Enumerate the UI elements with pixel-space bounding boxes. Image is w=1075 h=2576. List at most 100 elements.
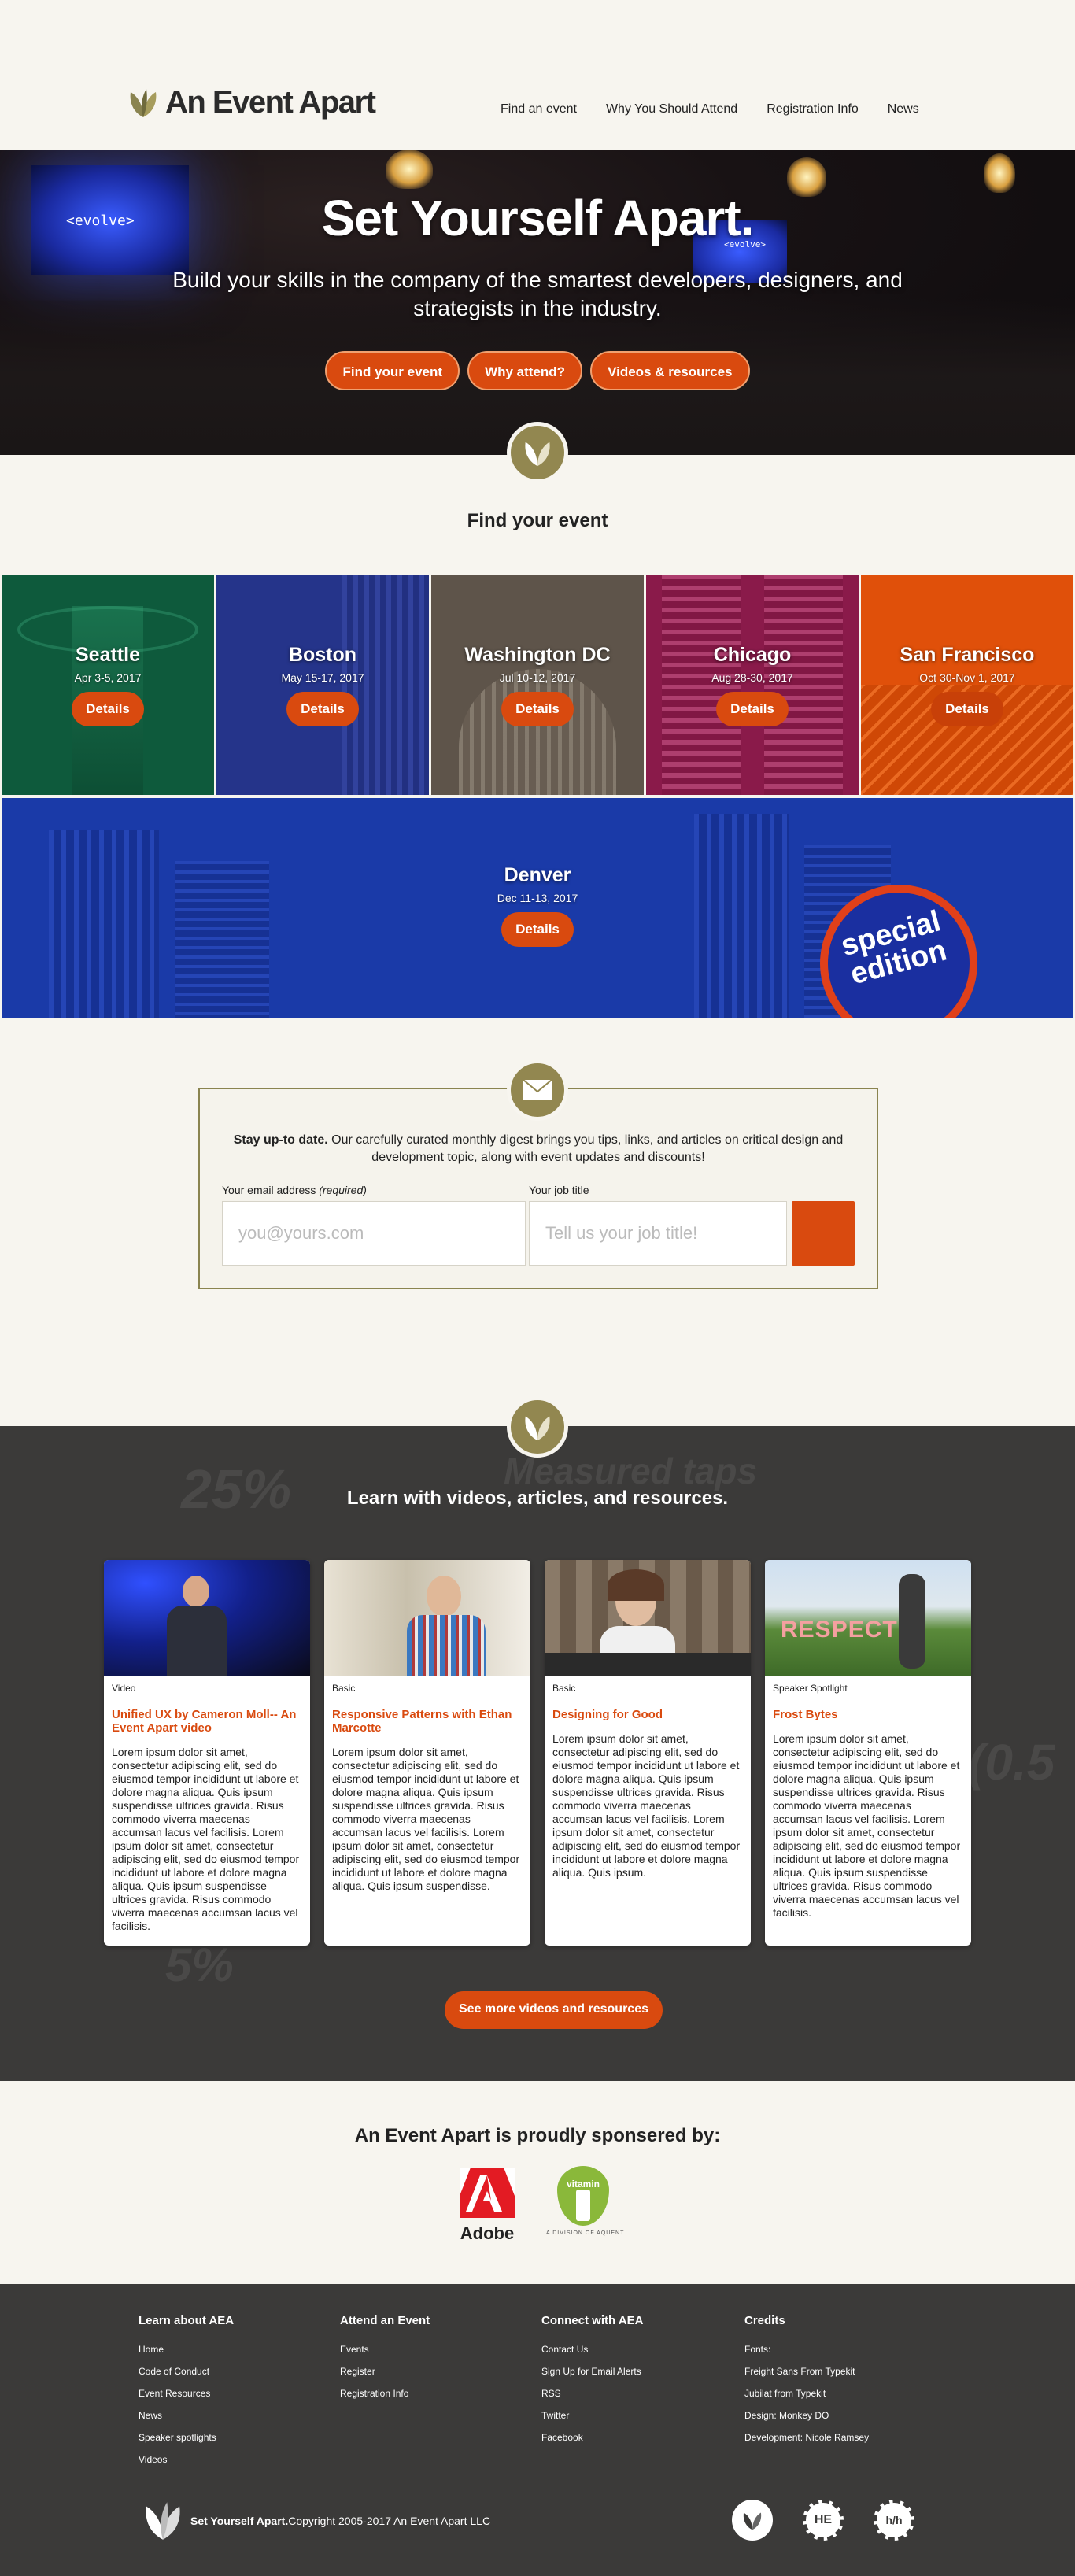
- card-body: Lorem ipsum dolor sit amet, consectetur …: [552, 1732, 741, 1879]
- leaf-circle-icon[interactable]: [732, 2500, 773, 2541]
- footer-bottom: Set Yourself Apart. Copyright 2005-2017 …: [140, 2497, 490, 2545]
- footer-link[interactable]: Home: [139, 2338, 234, 2360]
- details-button[interactable]: Details: [501, 692, 574, 726]
- footer-link[interactable]: Freight Sans From Typekit: [744, 2360, 869, 2382]
- leaf-badge-icon: [507, 1396, 568, 1458]
- hh-seal-icon[interactable]: h/h: [874, 2500, 914, 2541]
- nav-news[interactable]: News: [888, 102, 919, 116]
- chandelier-icon: [386, 150, 433, 189]
- footer-link[interactable]: Register: [340, 2360, 430, 2382]
- event-tile-boston[interactable]: Boston May 15-17, 2017 Details: [216, 575, 429, 795]
- card-image: [104, 1560, 310, 1676]
- site-header: An Event Apart Find an event Why You Sho…: [0, 0, 1075, 150]
- hero-title: Set Yourself Apart.: [321, 190, 755, 246]
- footer-link[interactable]: News: [139, 2404, 234, 2426]
- newsletter-body: Our carefully curated monthly digest bri…: [327, 1133, 844, 1164]
- sponsors-section: An Event Apart is proudly sponsered by: …: [0, 2081, 1075, 2284]
- footer-col-title: Credits: [744, 2314, 785, 2327]
- card-image: [324, 1560, 530, 1676]
- nav-find-event[interactable]: Find an event: [501, 102, 577, 116]
- footer-link[interactable]: Jubilat from Typekit: [744, 2382, 869, 2404]
- card-title[interactable]: Designing for Good: [552, 1708, 743, 1721]
- learn-title: Learn with videos, articles, and resourc…: [346, 1488, 729, 1509]
- footer-link[interactable]: Videos: [139, 2448, 234, 2471]
- resource-card[interactable]: Basic Designing for Good Lorem ipsum dol…: [545, 1560, 751, 1946]
- card-title[interactable]: Frost Bytes: [773, 1708, 963, 1721]
- hero-subtitle: Build your skills in the company of the …: [172, 268, 903, 320]
- ghost-text: (0.5: [968, 1734, 1055, 1791]
- brand-name: An Event Apart: [165, 85, 376, 120]
- resource-card[interactable]: Basic Responsive Patterns with Ethan Mar…: [324, 1560, 530, 1946]
- details-button[interactable]: Details: [286, 692, 359, 726]
- footer-link[interactable]: Event Resources: [139, 2382, 234, 2404]
- event-tile-denver[interactable]: Denver Dec 11-13, 2017 Details special e…: [2, 798, 1073, 1018]
- copyright: Copyright 2005-2017 An Event Apart LLC: [288, 2515, 491, 2527]
- footer-link[interactable]: Design: Monkey DO: [744, 2404, 869, 2426]
- footer-col-title: Learn about AEA: [139, 2314, 235, 2327]
- see-more-button[interactable]: See more videos and resources: [445, 1991, 663, 2029]
- event-date: May 15-17, 2017: [281, 671, 364, 684]
- event-tile-washington[interactable]: Washington DC Jul 10-12, 2017 Details: [431, 575, 644, 795]
- email-label-text: Your email address: [222, 1184, 316, 1196]
- he-seal-text: HE: [814, 2513, 833, 2526]
- details-button[interactable]: Details: [931, 692, 1003, 726]
- why-attend-button[interactable]: Why attend?: [467, 351, 583, 390]
- footer-link[interactable]: Facebook: [541, 2426, 643, 2448]
- card-tag: Speaker Spotlight: [773, 1683, 848, 1694]
- event-city: Seattle: [76, 644, 140, 666]
- footer-link[interactable]: Contact Us: [541, 2338, 643, 2360]
- event-tile-seattle[interactable]: Seattle Apr 3-5, 2017 Details: [2, 575, 214, 795]
- footer-link[interactable]: Sign Up for Email Alerts: [541, 2360, 643, 2382]
- event-tile-san-francisco[interactable]: San Francisco Oct 30-Nov 1, 2017 Details: [861, 575, 1073, 795]
- resource-card[interactable]: Video Unified UX by Cameron Moll-- An Ev…: [104, 1560, 310, 1946]
- adobe-logo[interactable]: Adobe: [460, 2168, 515, 2243]
- newsletter-text: Stay up-to date. Our carefully curated m…: [220, 1132, 856, 1166]
- footer-link[interactable]: Development: Nicole Ramsey: [744, 2426, 869, 2448]
- event-tile-chicago[interactable]: Chicago Aug 28-30, 2017 Details: [646, 575, 859, 795]
- card-title[interactable]: Responsive Patterns with Ethan Marcotte: [332, 1708, 523, 1735]
- vitamin-text: vitamin: [566, 2179, 600, 2190]
- footer-link[interactable]: Twitter: [541, 2404, 643, 2426]
- card-image: [545, 1560, 751, 1676]
- adobe-icon: [460, 2168, 515, 2218]
- required-note: (required): [319, 1184, 367, 1196]
- site-footer: Learn about AEA Home Code of Conduct Eve…: [0, 2284, 1075, 2576]
- email-field[interactable]: you@yours.com: [222, 1201, 526, 1266]
- find-event-title: Find your event: [467, 510, 608, 531]
- he-seal-icon[interactable]: HE: [803, 2500, 844, 2541]
- footer-col-credits: Credits Fonts: Freight Sans From Typekit…: [744, 2314, 869, 2448]
- hero-buttons: Find your event Why attend? Videos & res…: [0, 351, 1075, 390]
- footer-link[interactable]: Speaker spotlights: [139, 2426, 234, 2448]
- card-tag: Basic: [552, 1683, 576, 1694]
- leaf-badge-icon: [507, 422, 568, 483]
- site-logo[interactable]: An Event Apart: [126, 85, 376, 120]
- details-button[interactable]: Details: [501, 912, 574, 947]
- footer-col-connect: Connect with AEA Contact Us Sign Up for …: [541, 2314, 643, 2448]
- vitamin-t-logo[interactable]: vitamin A DIVISION OF AQUENT: [546, 2166, 625, 2245]
- footer-col-attend: Attend an Event Events Register Registra…: [340, 2314, 430, 2404]
- videos-resources-button[interactable]: Videos & resources: [590, 351, 750, 390]
- find-event-button[interactable]: Find your event: [325, 351, 460, 390]
- resource-card[interactable]: RESPECT Speaker Spotlight Frost Bytes Lo…: [765, 1560, 971, 1946]
- respect-sign: RESPECT: [781, 1617, 898, 1643]
- email-label: Your email address (required): [222, 1184, 367, 1196]
- card-title[interactable]: Unified UX by Cameron Moll-- An Event Ap…: [112, 1708, 302, 1735]
- main-nav: Find an event Why You Should Attend Regi…: [501, 102, 919, 116]
- footer-link[interactable]: Events: [340, 2338, 430, 2360]
- event-city: Washington DC: [464, 644, 611, 666]
- footer-col-title: Attend an Event: [340, 2314, 430, 2327]
- job-title-field[interactable]: Tell us your job title!: [529, 1201, 787, 1266]
- card-tag: Basic: [332, 1683, 356, 1694]
- details-button[interactable]: Details: [72, 692, 144, 726]
- footer-link[interactable]: Registration Info: [340, 2382, 430, 2404]
- nav-why-attend[interactable]: Why You Should Attend: [606, 102, 737, 116]
- nav-registration-info[interactable]: Registration Info: [767, 102, 859, 116]
- subscribe-button[interactable]: [792, 1201, 855, 1266]
- footer-link[interactable]: Code of Conduct: [139, 2360, 234, 2382]
- chandelier-icon: [984, 153, 1015, 193]
- adobe-text: Adobe: [460, 2223, 515, 2243]
- footer-tagline: Set Yourself Apart.: [190, 2515, 289, 2527]
- footer-text: Fonts:: [744, 2344, 771, 2355]
- details-button[interactable]: Details: [716, 692, 789, 726]
- footer-link[interactable]: RSS: [541, 2382, 643, 2404]
